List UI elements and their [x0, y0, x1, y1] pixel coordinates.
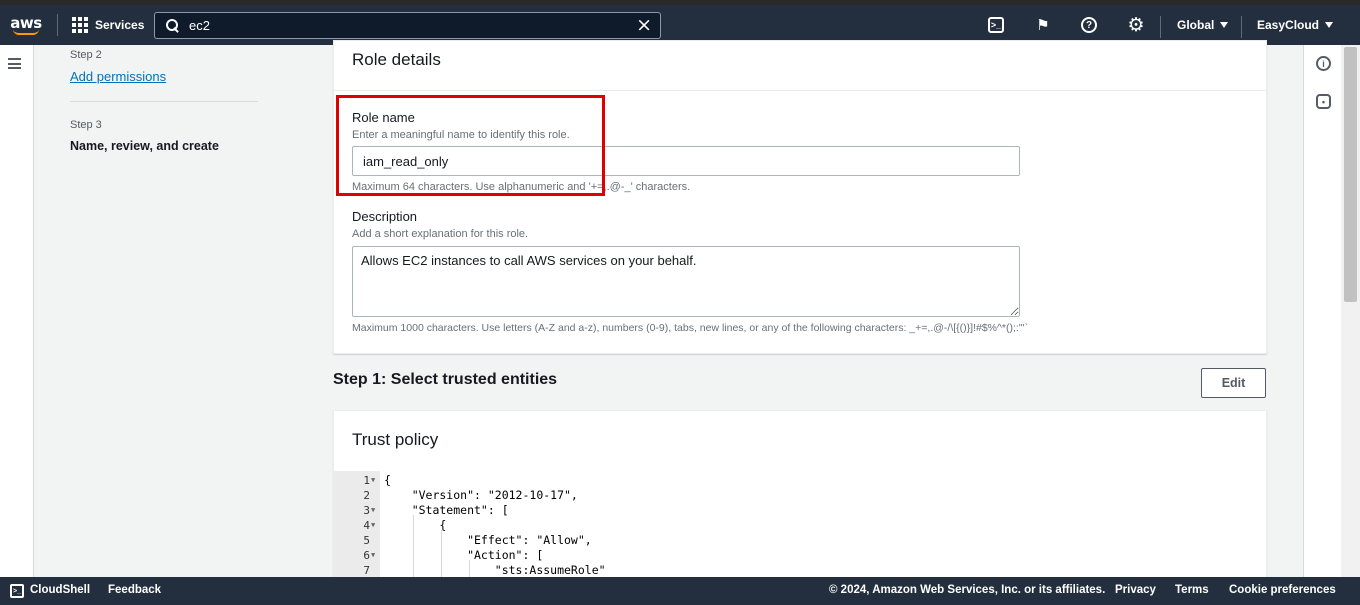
clear-icon[interactable]: ×	[636, 16, 652, 35]
role-details-panel: Role details Role name Enter a meaningfu…	[333, 40, 1267, 354]
code-line: {	[384, 518, 447, 532]
caret-down-icon	[1220, 22, 1229, 28]
line-number: 6	[363, 549, 370, 562]
trust-policy-panel: Trust policy 1 ▼ { 2 "Version": "2012-10…	[333, 410, 1267, 585]
role-name-highlight-box	[336, 95, 605, 196]
line-number: 5	[363, 534, 370, 547]
code-line: "Statement": [	[384, 503, 509, 517]
cookie-preferences-link[interactable]: Cookie preferences	[1229, 584, 1336, 596]
fold-icon[interactable]: ▼	[371, 476, 375, 484]
caret-down-icon	[1325, 22, 1334, 28]
console-footer: >_ CloudShell Feedback © 2024, Amazon We…	[0, 577, 1360, 605]
services-grid-icon	[72, 17, 88, 33]
search-input[interactable]	[189, 18, 629, 33]
code-line: "Action": [	[384, 548, 544, 562]
cloudshell-link[interactable]: CloudShell	[30, 584, 90, 596]
role-details-title: Role details	[352, 50, 441, 69]
info-icon[interactable]: i	[1316, 56, 1331, 71]
edit-trusted-entities-button[interactable]: Edit	[1201, 368, 1266, 398]
search-icon	[165, 18, 181, 34]
fold-icon[interactable]: ▼	[371, 506, 375, 514]
code-line: "sts:AssumeRole"	[384, 563, 606, 577]
feedback-link[interactable]: Feedback	[108, 584, 161, 596]
search-bar[interactable]: ×	[154, 12, 661, 39]
code-line: {	[384, 473, 391, 487]
help-icon[interactable]: ?	[1081, 17, 1097, 33]
page-scrollbar[interactable]	[1341, 45, 1360, 577]
account-menu[interactable]: EasyCloud	[1257, 18, 1334, 32]
description-label: Description	[352, 209, 418, 224]
terms-link[interactable]: Terms	[1175, 584, 1209, 596]
step1-heading: Step 1: Select trusted entities	[333, 371, 558, 388]
fold-icon[interactable]: ▼	[371, 521, 375, 529]
line-number: 1	[363, 474, 370, 487]
copyright-text: © 2024, Amazon Web Services, Inc. or its…	[829, 584, 1106, 596]
aws-logo[interactable]: aws	[0, 5, 52, 45]
services-menu-button[interactable]: Services	[72, 17, 144, 33]
notifications-icon[interactable]: ⚑	[1034, 16, 1052, 34]
utility-panel-strip: i •	[1303, 45, 1341, 577]
services-label: Services	[95, 18, 145, 32]
security-icon[interactable]: •	[1316, 94, 1331, 109]
fold-icon[interactable]: ▼	[371, 551, 375, 559]
line-number: 4	[363, 519, 370, 532]
description-textarea[interactable]: Allows EC2 instances to call AWS service…	[352, 246, 1020, 317]
line-number: 3	[363, 504, 370, 517]
line-number: 7	[363, 564, 370, 577]
privacy-link[interactable]: Privacy	[1115, 584, 1156, 596]
line-number: 2	[363, 489, 370, 502]
settings-icon[interactable]: ⚙	[1127, 14, 1145, 36]
description-constraint: Maximum 1000 characters. Use letters (A-…	[352, 322, 1029, 334]
cloudshell-icon[interactable]: >_	[988, 17, 1004, 33]
description-hint: Add a short explanation for this role.	[352, 228, 529, 240]
region-label: Global	[1177, 18, 1215, 32]
trust-policy-code-editor[interactable]: 1 ▼ { 2 "Version": "2012-10-17", 3 ▼ "St…	[334, 471, 1266, 578]
code-line: "Effect": "Allow",	[384, 533, 592, 547]
top-navigation-bar: aws Services × >_ ⚑ ? ⚙ Global EasyCloud	[0, 0, 1360, 45]
scrollbar-thumb[interactable]	[1344, 47, 1357, 302]
main-content: Role details Role name Enter a meaningfu…	[0, 40, 1360, 585]
cloudshell-icon[interactable]: >_	[10, 584, 24, 598]
region-selector[interactable]: Global	[1177, 18, 1229, 32]
trust-policy-title: Trust policy	[352, 430, 439, 449]
code-line: "Version": "2012-10-17",	[384, 488, 578, 502]
account-label: EasyCloud	[1257, 18, 1320, 32]
